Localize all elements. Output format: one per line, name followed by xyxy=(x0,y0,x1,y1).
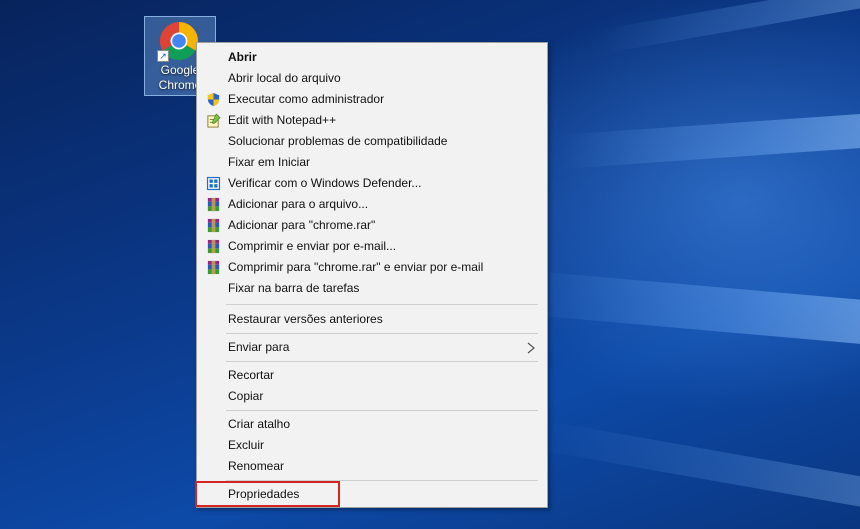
winrar-icon xyxy=(207,197,220,212)
menu-item-windows-defender[interactable]: Verificar com o Windows Defender... xyxy=(199,173,545,194)
menu-item-copiar[interactable]: Copiar xyxy=(199,386,545,407)
menu-item-enviar-para[interactable]: Enviar para xyxy=(199,337,545,358)
menu-item-excluir[interactable]: Excluir xyxy=(199,435,545,456)
menu-item-solucionar[interactable]: Solucionar problemas de compatibilidade xyxy=(199,131,545,152)
notepad-plus-plus-icon xyxy=(207,113,221,128)
menu-item-comprimir-chrome-rar-email[interactable]: Comprimir para "chrome.rar" e enviar por… xyxy=(199,257,545,278)
menu-item-notepad[interactable]: Edit with Notepad++ xyxy=(199,110,545,131)
winrar-icon xyxy=(207,260,220,275)
menu-item-propriedades[interactable]: Propriedades xyxy=(199,484,545,505)
menu-item-abrir[interactable]: Abrir xyxy=(199,47,545,68)
menu-item-abrir-local[interactable]: Abrir local do arquivo xyxy=(199,68,545,89)
chevron-right-icon xyxy=(527,342,535,354)
shortcut-arrow-icon: ↗ xyxy=(157,50,169,62)
menu-item-adicionar-arquivo[interactable]: Adicionar para o arquivo... xyxy=(199,194,545,215)
context-menu: Abrir Abrir local do arquivo Executar co… xyxy=(196,42,548,508)
menu-item-fixar-iniciar[interactable]: Fixar em Iniciar xyxy=(199,152,545,173)
menu-separator xyxy=(226,480,538,481)
menu-item-renomear[interactable]: Renomear xyxy=(199,456,545,477)
menu-separator xyxy=(226,333,538,334)
winrar-icon xyxy=(207,218,220,233)
menu-item-comprimir-email[interactable]: Comprimir e enviar por e-mail... xyxy=(199,236,545,257)
menu-item-fixar-barra[interactable]: Fixar na barra de tarefas xyxy=(199,278,545,299)
menu-item-adicionar-chrome-rar[interactable]: Adicionar para "chrome.rar" xyxy=(199,215,545,236)
menu-separator xyxy=(226,361,538,362)
menu-item-recortar[interactable]: Recortar xyxy=(199,365,545,386)
menu-item-executar-admin[interactable]: Executar como administrador xyxy=(199,89,545,110)
menu-item-criar-atalho[interactable]: Criar atalho xyxy=(199,414,545,435)
wallpaper-light-beam xyxy=(558,112,860,169)
menu-item-restaurar-versoes[interactable]: Restaurar versões anteriores xyxy=(199,309,545,330)
wallpaper-light-beam xyxy=(597,0,860,54)
menu-separator xyxy=(226,410,538,411)
wallpaper-light-beam xyxy=(537,420,860,509)
wallpaper-light-beam xyxy=(518,270,860,346)
windows-defender-icon xyxy=(206,176,221,191)
uac-shield-icon xyxy=(207,92,220,107)
winrar-icon xyxy=(207,239,220,254)
menu-separator xyxy=(226,304,538,305)
